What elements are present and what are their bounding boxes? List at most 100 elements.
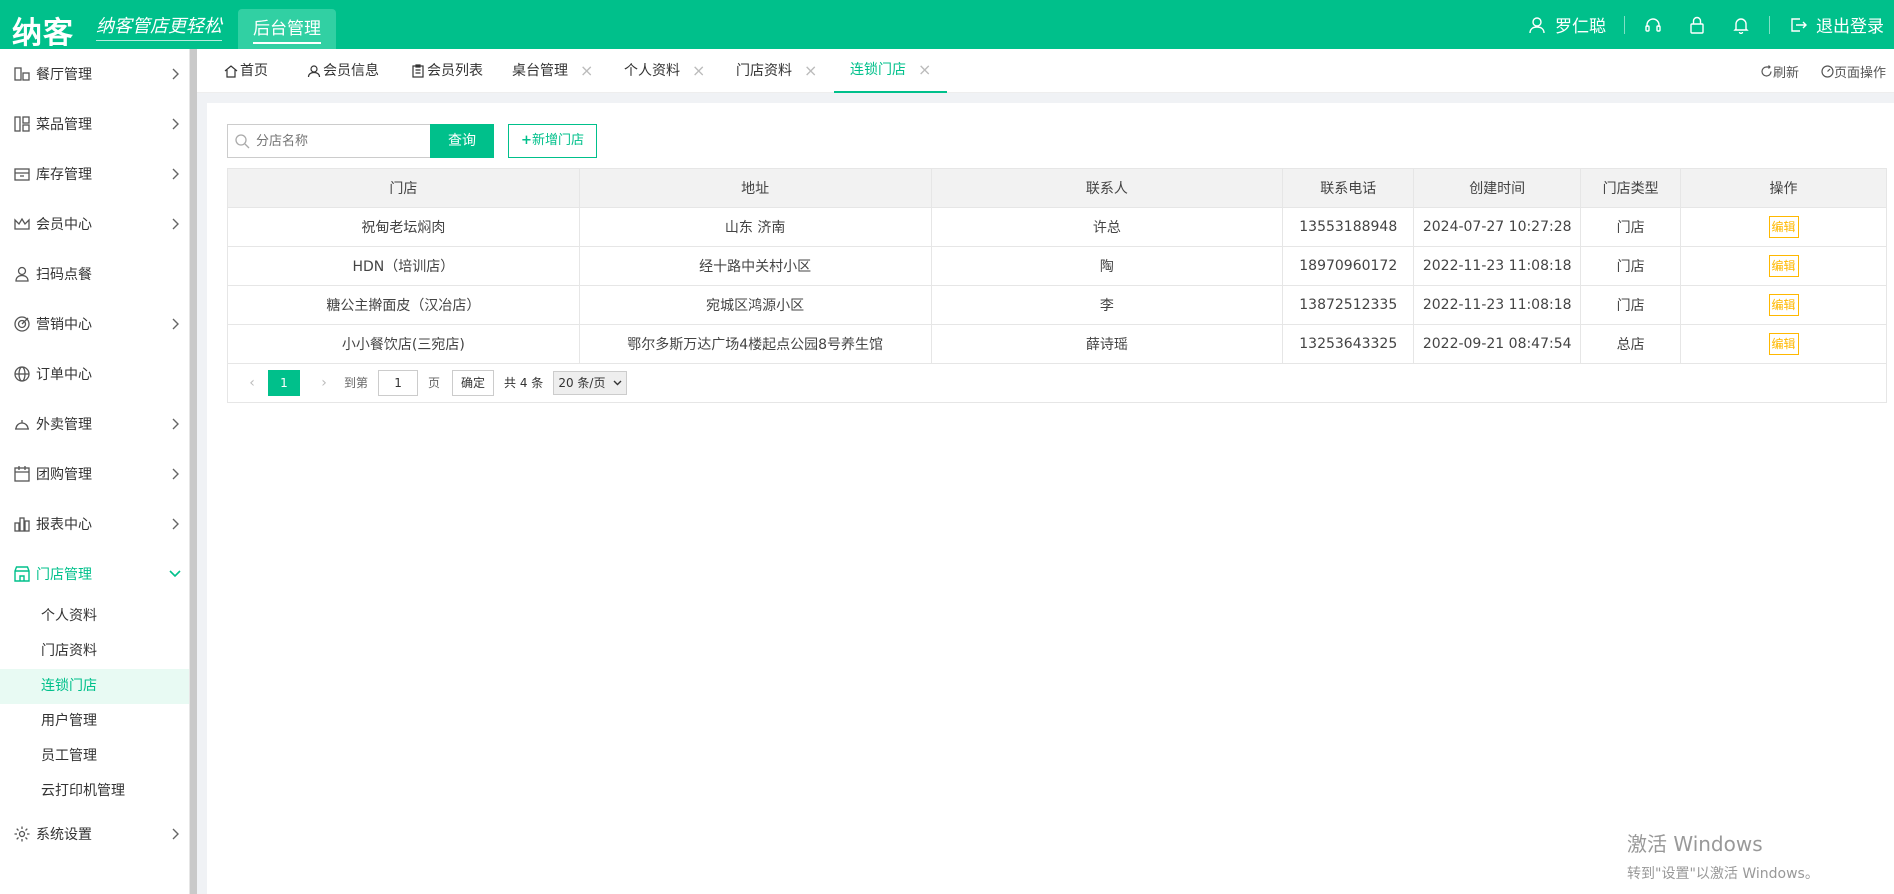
tab-label: 桌台管理 — [512, 63, 568, 79]
page-1-button[interactable]: 1 — [268, 369, 300, 396]
submenu-personal-info[interactable]: 个人资料 — [0, 599, 189, 634]
sidebar-item-label: 餐厅管理 — [36, 67, 92, 83]
logout-icon[interactable] — [1788, 15, 1808, 35]
tab-chain-stores[interactable]: 连锁门店 × — [834, 48, 948, 93]
crown-icon — [12, 214, 32, 234]
sidebar-scrollbar[interactable] — [190, 49, 197, 894]
page-size-select[interactable]: 20 条/页 — [553, 370, 628, 395]
page-number-input[interactable]: 1 — [378, 369, 419, 396]
cell-address: 宛城区鸿源小区 — [578, 285, 932, 325]
next-page-icon[interactable]: › — [314, 375, 334, 391]
cell-actions: 编辑 — [1680, 285, 1887, 325]
lock-icon[interactable] — [1687, 15, 1707, 35]
globe-icon — [12, 364, 32, 384]
cell-type: 门店 — [1580, 207, 1682, 247]
submenu-cloud-printer[interactable]: 云打印机管理 — [0, 774, 189, 809]
confirm-page-button[interactable]: 确定 — [452, 369, 495, 396]
close-icon[interactable]: × — [804, 49, 817, 93]
table-row: 小小餐饮店(三宛店) 鄂尔多斯万达广场4楼起点公园8号养生馆 薛诗瑶 13253… — [227, 324, 1887, 364]
submenu-chain-stores[interactable]: 连锁门店 — [0, 669, 189, 704]
col-type: 门店类型 — [1580, 168, 1682, 208]
gauge-icon — [1821, 64, 1834, 78]
cell-store: 祝甸老坛焖肉 — [227, 207, 580, 247]
cell-store: 小小餐饮店(三宛店) — [227, 324, 580, 364]
close-icon[interactable]: × — [580, 49, 593, 93]
sidebar-item-label: 外卖管理 — [36, 417, 92, 433]
divider — [1624, 15, 1625, 34]
chevron-right-icon — [169, 67, 181, 81]
windows-activation-watermark: 激活 Windows 转到"设置"以激活 Windows。 — [1627, 828, 1819, 883]
logout-link[interactable]: 退出登录 — [1816, 12, 1884, 37]
edit-button[interactable]: 编辑 — [1768, 333, 1799, 355]
sidebar: 餐厅管理 菜品管理 库存管理 会员中心 扫码点餐 营销中心 订单中心 外卖管理 … — [0, 49, 190, 894]
headset-icon[interactable] — [1643, 15, 1663, 35]
edit-button[interactable]: 编辑 — [1768, 294, 1799, 316]
bell-icon[interactable] — [1731, 15, 1751, 35]
sidebar-item-label: 营销中心 — [36, 317, 92, 333]
col-contact: 联系人 — [930, 168, 1284, 208]
username[interactable]: 罗仁聪 — [1555, 12, 1606, 37]
edit-button[interactable]: 编辑 — [1768, 255, 1799, 277]
target-icon — [12, 314, 32, 334]
calendar-icon — [12, 464, 32, 484]
total-count: 共 4 条 — [504, 376, 544, 390]
add-store-label: 新增门店 — [531, 133, 584, 148]
cell-type: 门店 — [1580, 246, 1682, 286]
table-row: 祝甸老坛焖肉 山东 济南 许总 13553188948 2024-07-27 1… — [227, 207, 1887, 247]
refresh-button[interactable]: 刷新 — [1760, 62, 1799, 81]
sidebar-item-scan-order[interactable]: 扫码点餐 — [0, 249, 189, 299]
sidebar-item-marketing[interactable]: 营销中心 — [0, 299, 189, 349]
chevron-right-icon — [169, 317, 181, 331]
chevron-right-icon — [169, 467, 181, 481]
close-icon[interactable]: × — [692, 49, 705, 93]
stores-table: 门店 地址 联系人 联系电话 创建时间 门店类型 操作 祝甸老坛焖肉 山东 济南… — [227, 168, 1887, 364]
sidebar-item-restaurant[interactable]: 餐厅管理 — [0, 49, 189, 99]
bell-cloche-icon — [12, 414, 32, 434]
cell-actions: 编辑 — [1680, 207, 1887, 247]
page-operations-button[interactable]: 页面操作 — [1821, 62, 1886, 81]
cell-address: 鄂尔多斯万达广场4楼起点公园8号养生馆 — [578, 324, 932, 364]
sidebar-item-label: 库存管理 — [36, 167, 92, 183]
sidebar-item-label: 扫码点餐 — [36, 267, 92, 283]
tab-label: 连锁门店 — [850, 62, 906, 78]
tab-personal-info[interactable]: 个人资料 × — [624, 49, 705, 93]
tab-member-list[interactable]: 会员列表 — [411, 49, 483, 93]
admin-system-label: 后台管理 — [253, 19, 321, 44]
branch-name-input[interactable] — [256, 125, 432, 157]
tab-label: 会员信息 — [323, 63, 379, 79]
sidebar-item-dishes[interactable]: 菜品管理 — [0, 99, 189, 149]
cell-created: 2022-11-23 11:08:18 — [1413, 285, 1582, 325]
prev-page-icon[interactable]: ‹ — [242, 375, 262, 391]
store-icon — [12, 564, 32, 584]
submenu-user-management[interactable]: 用户管理 — [0, 704, 189, 739]
watermark-line-1: 激活 Windows — [1627, 832, 1763, 856]
dishes-icon — [12, 114, 32, 134]
sidebar-item-delivery[interactable]: 外卖管理 — [0, 399, 189, 449]
user-icon[interactable] — [1527, 15, 1547, 35]
sidebar-item-reports[interactable]: 报表中心 — [0, 499, 189, 549]
tab-table-management[interactable]: 桌台管理 × — [512, 49, 593, 93]
tab-member-info[interactable]: 会员信息 — [307, 49, 379, 93]
search-button[interactable]: 查询 — [430, 124, 494, 158]
close-icon[interactable]: × — [918, 48, 931, 92]
tab-store-info[interactable]: 门店资料 × — [736, 49, 817, 93]
sidebar-item-inventory[interactable]: 库存管理 — [0, 149, 189, 199]
sidebar-item-label: 订单中心 — [36, 367, 92, 383]
cell-created: 2022-11-23 11:08:18 — [1413, 246, 1582, 286]
cell-contact: 薛诗瑶 — [930, 324, 1284, 364]
tab-label: 会员列表 — [427, 63, 483, 79]
submenu-store-info[interactable]: 门店资料 — [0, 634, 189, 669]
sidebar-item-orders[interactable]: 订单中心 — [0, 349, 189, 399]
submenu-staff-management[interactable]: 员工管理 — [0, 739, 189, 774]
watermark-line-2: 转到"设置"以激活 Windows。 — [1627, 866, 1819, 882]
restaurant-icon — [12, 64, 32, 84]
sidebar-item-group-buy[interactable]: 团购管理 — [0, 449, 189, 499]
sidebar-item-store-management[interactable]: 门店管理 — [0, 549, 189, 599]
admin-system-button[interactable]: 后台管理 — [238, 9, 336, 49]
tab-home[interactable]: 首页 — [224, 49, 268, 93]
add-store-button[interactable]: +新增门店 — [508, 124, 597, 158]
sidebar-item-settings[interactable]: 系统设置 — [0, 809, 189, 859]
chevron-down-icon — [169, 567, 181, 581]
edit-button[interactable]: 编辑 — [1768, 216, 1799, 238]
sidebar-item-member-center[interactable]: 会员中心 — [0, 199, 189, 249]
